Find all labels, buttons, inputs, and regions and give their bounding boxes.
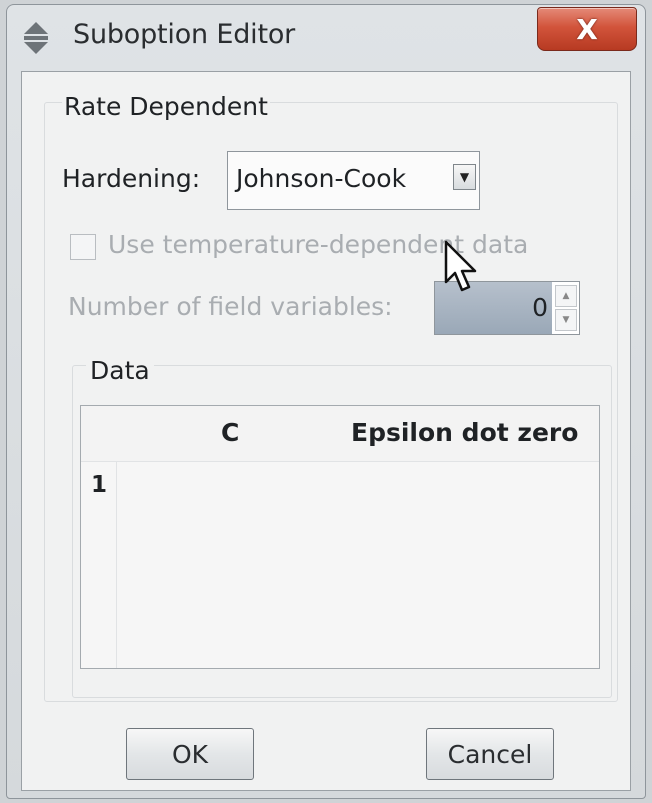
- row-number[interactable]: 1: [91, 472, 107, 498]
- temperature-dependent-checkbox[interactable]: [70, 234, 96, 260]
- column-header-c[interactable]: C: [221, 418, 239, 447]
- chevron-down-icon: ▼: [459, 170, 470, 184]
- data-table[interactable]: C Epsilon dot zero 1: [80, 405, 600, 669]
- title-bar[interactable]: Suboption Editor X: [7, 5, 645, 65]
- spin-down-icon: ▼: [562, 315, 570, 325]
- close-button[interactable]: X: [537, 7, 637, 51]
- hardening-dropdown[interactable]: Johnson-Cook ▼: [227, 151, 480, 210]
- column-header-epsilon-dot-zero[interactable]: Epsilon dot zero: [351, 418, 578, 447]
- app-icon: [24, 22, 48, 54]
- ok-button[interactable]: OK: [126, 728, 254, 780]
- suboption-editor-window: Suboption Editor X Rate Dependent Harden…: [6, 4, 646, 799]
- dropdown-arrow-button[interactable]: ▼: [453, 164, 476, 190]
- spin-down-button[interactable]: ▼: [555, 309, 577, 331]
- dialog-body: Rate Dependent Hardening: Johnson-Cook ▼…: [21, 71, 631, 791]
- field-variables-label: Number of field variables:: [68, 292, 393, 321]
- hardening-value: Johnson-Cook: [236, 164, 407, 193]
- spin-up-icon: ▲: [562, 291, 570, 301]
- hardening-label: Hardening:: [62, 164, 201, 193]
- spin-up-button[interactable]: ▲: [555, 285, 577, 307]
- table-header: C Epsilon dot zero: [81, 406, 599, 462]
- window-title: Suboption Editor: [73, 19, 296, 50]
- spin-buttons: ▲ ▼: [555, 285, 577, 331]
- cancel-button[interactable]: Cancel: [426, 728, 554, 780]
- mouse-cursor-icon: [444, 240, 477, 292]
- data-group-title: Data: [86, 356, 154, 385]
- close-icon: X: [576, 12, 598, 46]
- rate-dependent-title: Rate Dependent: [62, 92, 270, 121]
